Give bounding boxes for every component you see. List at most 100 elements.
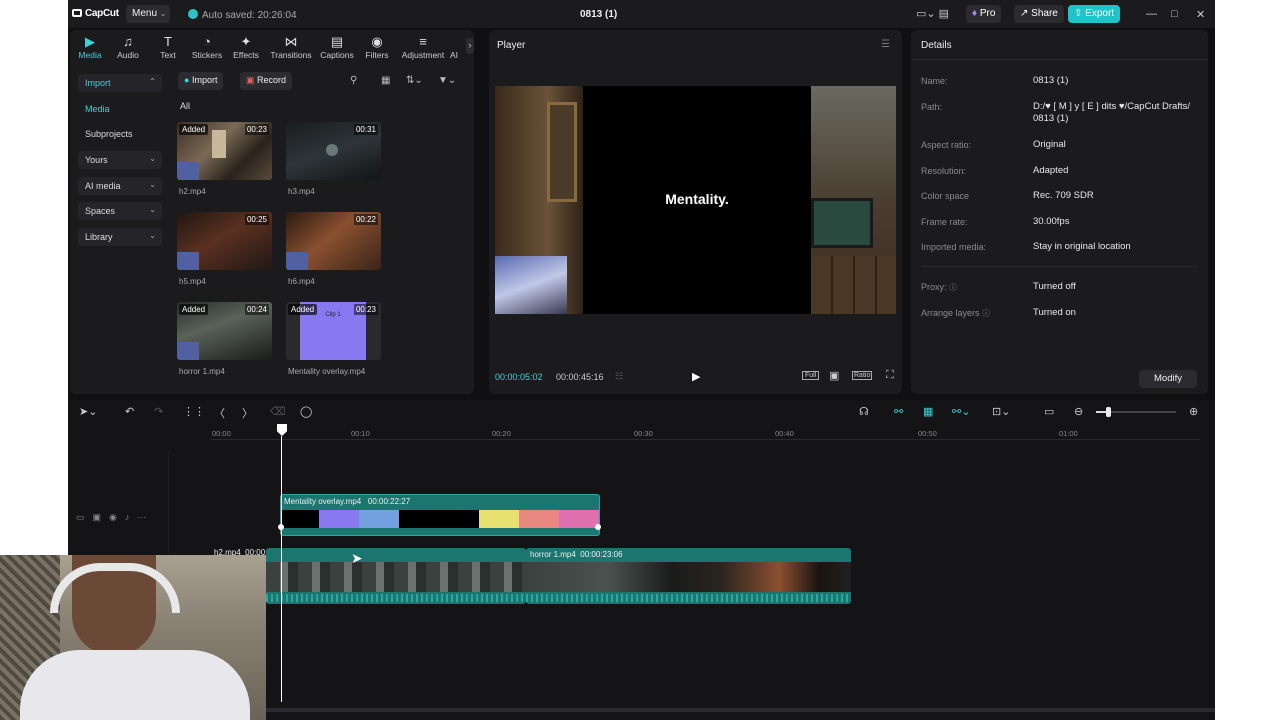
fit-icon[interactable]: ▭ [1044,405,1054,418]
media-thumbnail[interactable]: Added 00:24 [177,302,272,360]
timecode-icon: ☷ [615,371,624,381]
sidebar-item-ai-media[interactable]: AI media ⌄ [78,177,162,195]
media-thumbnail[interactable]: 00:22 [286,212,381,270]
tab-filters[interactable]: ◉ Filters [357,34,397,60]
media-thumbnail[interactable]: Added 00:23 [177,122,272,180]
playhead-line [281,436,282,702]
layout-icon[interactable]: ▭⌄ ▤ [910,4,955,22]
details-title: Details [921,40,952,51]
menu-icon[interactable]: ☰ [881,39,890,50]
clip-duration: 00:00:23:06 [580,550,623,559]
ruler-label: 01:00 [1059,429,1078,438]
media-thumbnail[interactable]: Clip 1 Added 00:23 [286,302,381,360]
chevron-right-icon[interactable]: › [466,38,474,54]
filter-all[interactable]: All [180,101,190,111]
modify-button[interactable]: Modify [1139,370,1197,388]
playhead-handle[interactable] [277,424,287,436]
lock-icon[interactable]: ▣ [93,512,110,522]
cover-icon[interactable]: ▭ [76,512,93,522]
pro-button[interactable]: ♦ Pro [966,5,1002,23]
sidebar-item-yours[interactable]: Yours ⌄ [78,151,162,169]
track-controls[interactable]: ▭▣◉♪⋯ [76,512,154,523]
split-icon[interactable]: ⋮⋮ [183,405,205,418]
magnet-icon[interactable]: ▦ [923,405,933,418]
media-filename: h2.mp4 [179,187,206,196]
sidebar-item-subprojects[interactable]: Subprojects [78,125,162,143]
sidebar-item-library[interactable]: Library ⌄ [78,228,162,246]
trim-right-icon[interactable]: 〉 [242,405,253,421]
sidebar-item-spaces[interactable]: Spaces ⌄ [78,202,162,220]
tab-effects[interactable]: ✦ Effects [226,34,266,60]
marker-icon[interactable]: ◯ [300,405,312,418]
volume-icon[interactable]: ♪ [125,512,138,522]
record-button[interactable]: ▣ Record [240,72,293,90]
media-filename: h3.mp4 [288,187,315,196]
full-quality-button[interactable]: Full [802,371,820,380]
preview-axis-icon[interactable]: ⊡⌄ [992,405,1010,418]
maximize-icon[interactable]: □ [1171,8,1178,20]
added-badge: Added [179,304,209,315]
screenshot-icon[interactable]: ▣ [829,369,839,382]
captions-icon: ▤ [330,34,344,49]
tab-transitions[interactable]: ⋈ Transitions [268,34,314,60]
info-icon[interactable]: ⓘ [949,283,957,292]
redo-icon[interactable]: ↷ [154,405,163,418]
info-icon[interactable]: ⓘ [982,309,990,318]
tab-captions[interactable]: ▤ Captions [316,34,358,60]
audio-icon: ♫ [123,34,133,49]
tab-adjustment[interactable]: ≡ Adjustment [398,34,448,60]
sort-icon[interactable]: ⇅⌄ [406,75,423,86]
select-cursor-icon[interactable]: ➤⌄ [79,405,97,418]
detail-value: 0813 (1) [1033,75,1069,86]
search-icon[interactable]: ⚲ [350,75,357,86]
ruler-line [210,439,1200,440]
sidebar-item-media[interactable]: Media [78,100,162,118]
sidebar-label: Import [85,78,111,88]
media-panel: ▶ Media ♫ Audio T Text ◔ Stickers ✦ Effects ⋈… [70,30,474,394]
snap-icon[interactable]: ⚯⌄ [952,405,970,418]
menu-button[interactable]: Menu ⌄ [126,5,170,23]
ratio-button[interactable]: Ratio [852,371,873,380]
main-clip-horror1[interactable]: horror 1.mp4 00:00:23:06 [526,548,851,604]
grid-view-icon[interactable]: ▦ [381,75,390,86]
media-thumbnail[interactable]: 00:25 [177,212,272,270]
share-label: Share [1031,8,1058,19]
main-clip-h2[interactable] [266,548,526,604]
microphone-icon[interactable]: ☊ [859,405,869,418]
keyframe-handle-right[interactable] [595,524,601,530]
more-icon[interactable]: ⋯ [137,512,154,522]
import-button[interactable]: ● Import [178,72,224,90]
fullscreen-icon[interactable]: ⛶ [886,369,894,382]
trim-left-icon[interactable]: 〈 [214,405,225,421]
tab-text[interactable]: T Text [148,34,188,60]
sidebar-item-import[interactable]: Import ⌃ [78,74,162,92]
autosave-status: Auto saved: 20:26:04 [188,9,297,21]
clip-name: horror 1.mp4 [530,550,576,559]
tab-ai[interactable]: ​AI [442,34,466,60]
share-button[interactable]: ↗ Share [1014,5,1064,23]
zoom-in-icon[interactable]: ⊕ [1189,405,1198,418]
overlay-clip[interactable]: Mentality overlay.mp4 00:00:22:27 [280,494,600,536]
tab-stickers[interactable]: ◔ Stickers [187,34,227,60]
play-icon[interactable]: ▶ [692,370,700,383]
duration-badge: 00:22 [353,214,378,225]
tab-audio[interactable]: ♫ Audio [108,34,148,60]
sidebar-label: Spaces [85,206,116,216]
chevron-down-icon: ⌄ [149,205,156,214]
link-icon[interactable]: ⚯ [894,405,903,418]
undo-icon[interactable]: ↶ [125,405,134,418]
close-icon[interactable]: ✕ [1196,8,1205,21]
media-thumbnail[interactable]: 00:31 [286,122,381,180]
filter-icon[interactable]: ▼⌄ [438,75,456,86]
zoom-out-icon[interactable]: ⊖ [1074,405,1083,418]
upload-icon: ⇧ [1074,8,1083,19]
minimize-icon[interactable]: — [1146,8,1157,20]
ruler-label: 00:50 [918,429,937,438]
export-button[interactable]: ⇧ Export [1068,5,1121,23]
eye-icon[interactable]: ◉ [109,512,125,522]
delete-icon[interactable]: ⌫ [270,405,286,418]
sidebar-label: AI media [85,181,121,191]
tab-media[interactable]: ▶ Media [70,34,110,60]
tab-label: AI [449,50,459,60]
zoom-slider-handle[interactable] [1106,407,1111,417]
